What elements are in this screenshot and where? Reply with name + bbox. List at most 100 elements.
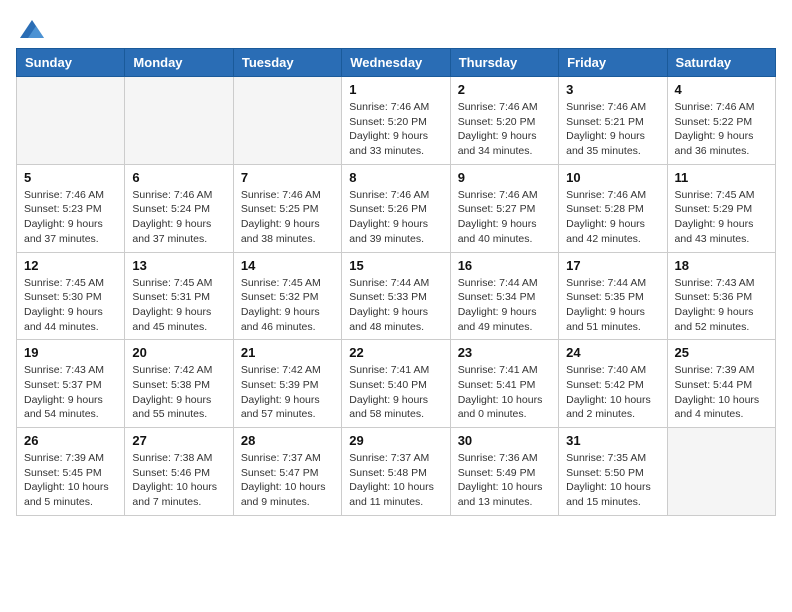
day-number: 4	[675, 82, 768, 97]
day-info: Sunrise: 7:37 AM Sunset: 5:47 PM Dayligh…	[241, 451, 334, 510]
day-info: Sunrise: 7:44 AM Sunset: 5:33 PM Dayligh…	[349, 276, 442, 335]
calendar-week-row: 5 Sunrise: 7:46 AM Sunset: 5:23 PM Daylig…	[17, 164, 776, 252]
calendar-week-row: 12 Sunrise: 7:45 AM Sunset: 5:30 PM Dayli…	[17, 252, 776, 340]
calendar-cell: 19 Sunrise: 7:43 AM Sunset: 5:37 PM Dayli…	[17, 340, 125, 428]
calendar-cell: 9 Sunrise: 7:46 AM Sunset: 5:27 PM Daylig…	[450, 164, 558, 252]
calendar-cell: 3Sunrise: 7:46 AM Sunset: 5:21 PM Daylig…	[559, 77, 667, 165]
calendar-cell	[667, 428, 775, 516]
day-info: Sunrise: 7:37 AM Sunset: 5:48 PM Dayligh…	[349, 451, 442, 510]
day-info: Sunrise: 7:46 AM Sunset: 5:27 PM Dayligh…	[458, 188, 551, 247]
calendar-cell: 1Sunrise: 7:46 AM Sunset: 5:20 PM Daylig…	[342, 77, 450, 165]
calendar-cell: 11 Sunrise: 7:45 AM Sunset: 5:29 PM Dayli…	[667, 164, 775, 252]
calendar-cell: 4 Sunrise: 7:46 AM Sunset: 5:22 PM Daylig…	[667, 77, 775, 165]
calendar-cell: 24 Sunrise: 7:40 AM Sunset: 5:42 PM Dayli…	[559, 340, 667, 428]
day-number: 19	[24, 345, 117, 360]
calendar-cell: 6 Sunrise: 7:46 AM Sunset: 5:24 PM Daylig…	[125, 164, 233, 252]
day-info: Sunrise: 7:38 AM Sunset: 5:46 PM Dayligh…	[132, 451, 225, 510]
calendar-cell: 17 Sunrise: 7:44 AM Sunset: 5:35 PM Dayli…	[559, 252, 667, 340]
calendar-cell	[233, 77, 341, 165]
day-number: 18	[675, 258, 768, 273]
day-info: Sunrise: 7:45 AM Sunset: 5:30 PM Dayligh…	[24, 276, 117, 335]
calendar-cell: 25Sunrise: 7:39 AM Sunset: 5:44 PM Dayli…	[667, 340, 775, 428]
day-info: Sunrise: 7:36 AM Sunset: 5:49 PM Dayligh…	[458, 451, 551, 510]
day-number: 30	[458, 433, 551, 448]
day-info: Sunrise: 7:45 AM Sunset: 5:29 PM Dayligh…	[675, 188, 768, 247]
day-number: 22	[349, 345, 442, 360]
day-number: 15	[349, 258, 442, 273]
day-info: Sunrise: 7:39 AM Sunset: 5:45 PM Dayligh…	[24, 451, 117, 510]
calendar-cell: 21Sunrise: 7:42 AM Sunset: 5:39 PM Dayli…	[233, 340, 341, 428]
weekday-header: Tuesday	[233, 49, 341, 77]
day-number: 27	[132, 433, 225, 448]
calendar-cell	[125, 77, 233, 165]
calendar-cell: 14Sunrise: 7:45 AM Sunset: 5:32 PM Dayli…	[233, 252, 341, 340]
day-number: 26	[24, 433, 117, 448]
calendar-cell: 29 Sunrise: 7:37 AM Sunset: 5:48 PM Dayli…	[342, 428, 450, 516]
day-info: Sunrise: 7:43 AM Sunset: 5:36 PM Dayligh…	[675, 276, 768, 335]
day-info: Sunrise: 7:45 AM Sunset: 5:31 PM Dayligh…	[132, 276, 225, 335]
day-number: 28	[241, 433, 334, 448]
day-number: 8	[349, 170, 442, 185]
day-info: Sunrise: 7:44 AM Sunset: 5:34 PM Dayligh…	[458, 276, 551, 335]
calendar-week-row: 1Sunrise: 7:46 AM Sunset: 5:20 PM Daylig…	[17, 77, 776, 165]
calendar-header-row: SundayMondayTuesdayWednesdayThursdayFrid…	[17, 49, 776, 77]
day-info: Sunrise: 7:43 AM Sunset: 5:37 PM Dayligh…	[24, 363, 117, 422]
calendar-cell: 15 Sunrise: 7:44 AM Sunset: 5:33 PM Dayli…	[342, 252, 450, 340]
calendar-cell: 23Sunrise: 7:41 AM Sunset: 5:41 PM Dayli…	[450, 340, 558, 428]
day-number: 16	[458, 258, 551, 273]
day-number: 10	[566, 170, 659, 185]
calendar-cell	[17, 77, 125, 165]
calendar-cell: 16 Sunrise: 7:44 AM Sunset: 5:34 PM Dayli…	[450, 252, 558, 340]
day-info: Sunrise: 7:35 AM Sunset: 5:50 PM Dayligh…	[566, 451, 659, 510]
calendar-cell: 7Sunrise: 7:46 AM Sunset: 5:25 PM Daylig…	[233, 164, 341, 252]
day-number: 31	[566, 433, 659, 448]
calendar-cell: 18 Sunrise: 7:43 AM Sunset: 5:36 PM Dayli…	[667, 252, 775, 340]
day-number: 13	[132, 258, 225, 273]
day-info: Sunrise: 7:46 AM Sunset: 5:20 PM Dayligh…	[458, 100, 551, 159]
weekday-header: Saturday	[667, 49, 775, 77]
day-info: Sunrise: 7:41 AM Sunset: 5:41 PM Dayligh…	[458, 363, 551, 422]
weekday-header: Wednesday	[342, 49, 450, 77]
day-info: Sunrise: 7:46 AM Sunset: 5:26 PM Dayligh…	[349, 188, 442, 247]
day-number: 20	[132, 345, 225, 360]
calendar-cell: 26 Sunrise: 7:39 AM Sunset: 5:45 PM Dayli…	[17, 428, 125, 516]
day-number: 12	[24, 258, 117, 273]
day-number: 11	[675, 170, 768, 185]
calendar-cell: 31 Sunrise: 7:35 AM Sunset: 5:50 PM Dayli…	[559, 428, 667, 516]
logo	[16, 16, 46, 38]
calendar-cell: 10 Sunrise: 7:46 AM Sunset: 5:28 PM Dayli…	[559, 164, 667, 252]
calendar-table: SundayMondayTuesdayWednesdayThursdayFrid…	[16, 48, 776, 516]
day-number: 29	[349, 433, 442, 448]
weekday-header: Monday	[125, 49, 233, 77]
calendar-cell: 12 Sunrise: 7:45 AM Sunset: 5:30 PM Dayli…	[17, 252, 125, 340]
day-info: Sunrise: 7:46 AM Sunset: 5:24 PM Dayligh…	[132, 188, 225, 247]
day-number: 17	[566, 258, 659, 273]
day-info: Sunrise: 7:46 AM Sunset: 5:22 PM Dayligh…	[675, 100, 768, 159]
calendar-cell: 2 Sunrise: 7:46 AM Sunset: 5:20 PM Daylig…	[450, 77, 558, 165]
day-number: 7	[241, 170, 334, 185]
day-info: Sunrise: 7:46 AM Sunset: 5:23 PM Dayligh…	[24, 188, 117, 247]
calendar-cell: 27 Sunrise: 7:38 AM Sunset: 5:46 PM Dayli…	[125, 428, 233, 516]
calendar-cell: 30 Sunrise: 7:36 AM Sunset: 5:49 PM Dayli…	[450, 428, 558, 516]
day-number: 21	[241, 345, 334, 360]
weekday-header: Friday	[559, 49, 667, 77]
day-number: 5	[24, 170, 117, 185]
calendar-cell: 20Sunrise: 7:42 AM Sunset: 5:38 PM Dayli…	[125, 340, 233, 428]
logo-icon	[18, 16, 46, 44]
day-number: 6	[132, 170, 225, 185]
weekday-header: Thursday	[450, 49, 558, 77]
calendar-cell: 13 Sunrise: 7:45 AM Sunset: 5:31 PM Dayli…	[125, 252, 233, 340]
day-number: 3	[566, 82, 659, 97]
calendar-cell: 22Sunrise: 7:41 AM Sunset: 5:40 PM Dayli…	[342, 340, 450, 428]
day-info: Sunrise: 7:46 AM Sunset: 5:28 PM Dayligh…	[566, 188, 659, 247]
day-info: Sunrise: 7:39 AM Sunset: 5:44 PM Dayligh…	[675, 363, 768, 422]
day-info: Sunrise: 7:40 AM Sunset: 5:42 PM Dayligh…	[566, 363, 659, 422]
page-header	[16, 16, 776, 38]
day-number: 9	[458, 170, 551, 185]
day-info: Sunrise: 7:44 AM Sunset: 5:35 PM Dayligh…	[566, 276, 659, 335]
day-number: 2	[458, 82, 551, 97]
day-info: Sunrise: 7:45 AM Sunset: 5:32 PM Dayligh…	[241, 276, 334, 335]
calendar-cell: 28 Sunrise: 7:37 AM Sunset: 5:47 PM Dayli…	[233, 428, 341, 516]
calendar-cell: 8 Sunrise: 7:46 AM Sunset: 5:26 PM Daylig…	[342, 164, 450, 252]
day-number: 24	[566, 345, 659, 360]
